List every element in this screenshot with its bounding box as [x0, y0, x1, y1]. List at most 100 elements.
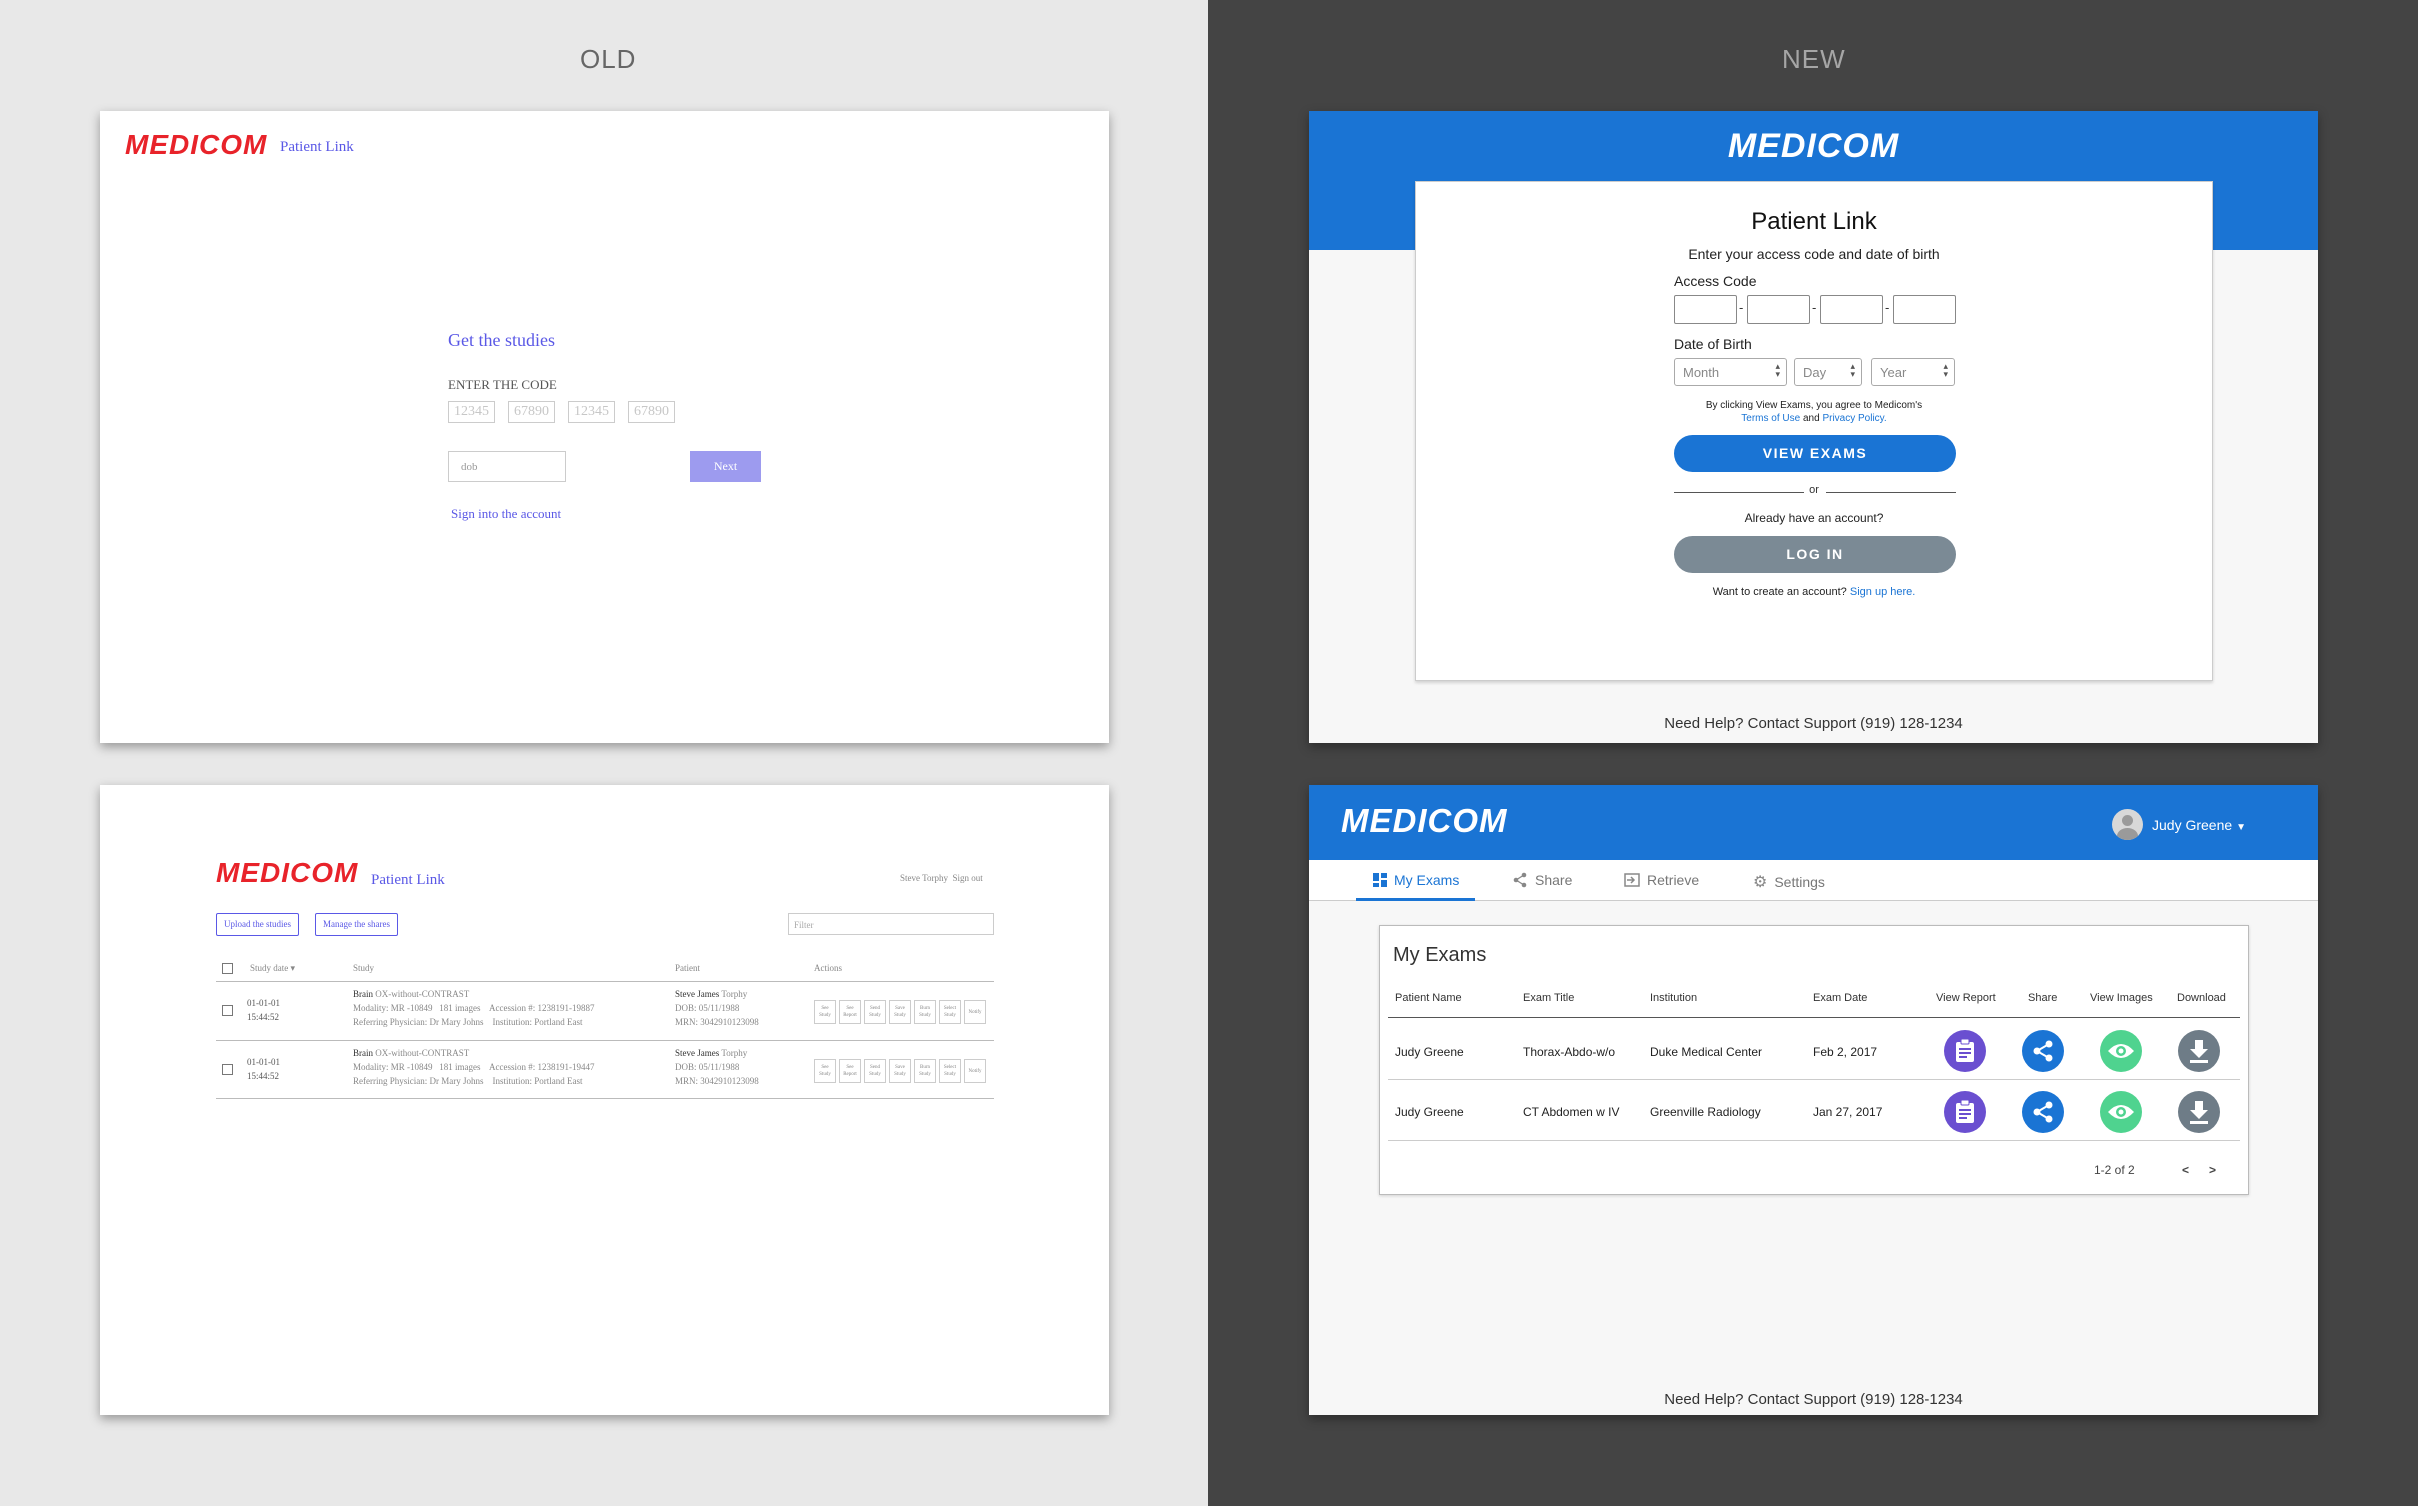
burn-study-button[interactable]: Burn Study: [914, 1000, 936, 1024]
download-button[interactable]: [2178, 1091, 2220, 1133]
exam-date: Jan 27, 2017: [1813, 1105, 1883, 1119]
code-field-1[interactable]: 12345: [448, 401, 495, 423]
manage-shares-button[interactable]: Manage the shares: [315, 913, 398, 936]
sign-out-link[interactable]: Sign out: [952, 873, 982, 883]
institution: Greenville Radiology: [1650, 1105, 1761, 1119]
row-checkbox[interactable]: [222, 1064, 233, 1075]
row-checkbox[interactable]: [222, 1005, 233, 1016]
select-arrows-icon: ▴ ▾: [1943, 361, 1948, 379]
tab-bar: My Exams Share Retrieve ⚙ Settings: [1309, 860, 2318, 901]
select-study-button[interactable]: Select Study: [939, 1000, 961, 1024]
dob-field[interactable]: dob: [448, 451, 566, 482]
dash-separator: -: [1739, 300, 1744, 315]
burn-study-button[interactable]: Burn Study: [914, 1059, 936, 1083]
col-download: Download: [2177, 992, 2226, 1004]
col-exam-title: Exam Title: [1523, 992, 1575, 1004]
notify-button[interactable]: Notify: [964, 1059, 986, 1083]
clipboard-icon: [1956, 1100, 1974, 1123]
new-label: NEW: [1782, 44, 1846, 74]
save-study-button[interactable]: Save Study: [889, 1059, 911, 1083]
see-study-button[interactable]: See Study: [814, 1000, 836, 1024]
terms-link[interactable]: Terms of Use: [1741, 413, 1800, 424]
medicom-logo: MEDICOM: [1341, 802, 1508, 839]
see-study-button[interactable]: See Study: [814, 1059, 836, 1083]
row-divider: [1388, 1079, 2240, 1080]
view-report-button[interactable]: [1944, 1030, 1986, 1072]
col-actions: Actions: [814, 963, 842, 973]
year-select[interactable]: Year ▴ ▾: [1871, 358, 1955, 386]
next-page-button[interactable]: >: [2209, 1163, 2216, 1177]
tab-my-exams[interactable]: My Exams: [1373, 872, 1459, 888]
sign-up-link[interactable]: Sign up here.: [1850, 586, 1915, 598]
see-report-button[interactable]: See Report: [839, 1000, 861, 1024]
day-select[interactable]: Day ▴ ▾: [1794, 358, 1862, 386]
log-in-button[interactable]: LOG IN: [1674, 536, 1956, 573]
gear-icon: ⚙: [1753, 874, 1768, 891]
tab-retrieve[interactable]: Retrieve: [1624, 872, 1699, 888]
col-exam-date: Exam Date: [1813, 992, 1868, 1004]
view-report-button[interactable]: [1944, 1091, 1986, 1133]
tab-share[interactable]: Share: [1512, 872, 1572, 888]
eye-icon: [2108, 1044, 2134, 1058]
see-report-button[interactable]: See Report: [839, 1059, 861, 1083]
study-info: Brain OX-without-CONTRAST Modality: MR -…: [353, 1048, 595, 1086]
exam-date: Feb 2, 2017: [1813, 1045, 1878, 1059]
subtitle: Enter your access code and date of birth: [1688, 246, 1940, 262]
filter-input[interactable]: Filter: [788, 913, 994, 935]
old-label: OLD: [580, 44, 637, 74]
user-name: Steve Torphy: [900, 873, 948, 883]
save-study-button[interactable]: Save Study: [889, 1000, 911, 1024]
table-row: 01-01-01 15:44:52 Brain OX-without-CONTRA…: [216, 982, 994, 1040]
share-button[interactable]: [2022, 1091, 2064, 1133]
access-code-field-3[interactable]: [1820, 295, 1883, 324]
enter-code-label: ENTER THE CODE: [448, 377, 557, 392]
user-menu[interactable]: Judy Greene ▼: [2152, 817, 2246, 833]
access-code-field-4[interactable]: [1893, 295, 1956, 324]
pagination-info: 1-2 of 2: [2094, 1163, 2135, 1177]
next-button[interactable]: Next: [690, 451, 761, 482]
send-study-button[interactable]: Send Study: [864, 1000, 886, 1024]
view-exams-button[interactable]: VIEW EXAMS: [1674, 435, 1956, 472]
download-button[interactable]: [2178, 1030, 2220, 1072]
share-icon: [2033, 1101, 2053, 1123]
sign-in-link[interactable]: Sign into the account: [451, 506, 561, 522]
access-code-field-1[interactable]: [1674, 295, 1737, 324]
avatar[interactable]: [2112, 809, 2143, 840]
support-text: Need Help? Contact Support (919) 128-123…: [1664, 1391, 1963, 1408]
access-code-field-2[interactable]: [1747, 295, 1810, 324]
view-images-button[interactable]: [2100, 1030, 2142, 1072]
old-study-list-screen: MEDICOM Patient Link Steve Torphy Sign o…: [100, 785, 1109, 1415]
patient-name: Judy Greene: [1395, 1105, 1464, 1119]
code-field-4[interactable]: 67890: [628, 401, 675, 423]
share-icon: [2033, 1040, 2053, 1062]
card-title: My Exams: [1393, 944, 1487, 966]
download-icon: [2190, 1040, 2208, 1063]
app-name: Patient Link: [371, 872, 445, 888]
send-study-button[interactable]: Send Study: [864, 1059, 886, 1083]
support-text: Need Help? Contact Support (919) 128-123…: [1664, 715, 1963, 732]
select-all-checkbox[interactable]: [222, 963, 233, 974]
tab-settings[interactable]: ⚙ Settings: [1753, 872, 1825, 892]
upload-studies-button[interactable]: Upload the studies: [216, 913, 299, 936]
view-images-button[interactable]: [2100, 1091, 2142, 1133]
notify-button[interactable]: Notify: [964, 1000, 986, 1024]
divider: [1826, 492, 1956, 493]
dash-separator: -: [1885, 300, 1890, 315]
code-field-2[interactable]: 67890: [508, 401, 555, 423]
select-study-button[interactable]: Select Study: [939, 1059, 961, 1083]
retrieve-icon: [1624, 873, 1640, 887]
col-study-date[interactable]: Study date ▾: [250, 963, 295, 974]
access-code-label: Access Code: [1674, 273, 1757, 289]
code-field-3[interactable]: 12345: [568, 401, 615, 423]
prev-page-button[interactable]: <: [2182, 1163, 2189, 1177]
col-institution: Institution: [1650, 992, 1698, 1004]
privacy-link[interactable]: Privacy Policy.: [1822, 413, 1886, 424]
login-card: Patient Link Enter your access code and …: [1415, 181, 2213, 681]
share-icon: [1513, 872, 1527, 888]
patient-info: Steve James Torphy DOB: 05/11/1988 MRN: 3…: [675, 989, 759, 1027]
row-actions: See Study See Report Send Study Save Study B…: [814, 1059, 986, 1083]
study-datetime: 01-01-01 15:44:52: [247, 1057, 280, 1081]
share-button[interactable]: [2022, 1030, 2064, 1072]
new-login-screen: MEDICOM Patient Link Enter your access c…: [1309, 111, 2318, 743]
month-select[interactable]: Month ▴ ▾: [1674, 358, 1787, 386]
